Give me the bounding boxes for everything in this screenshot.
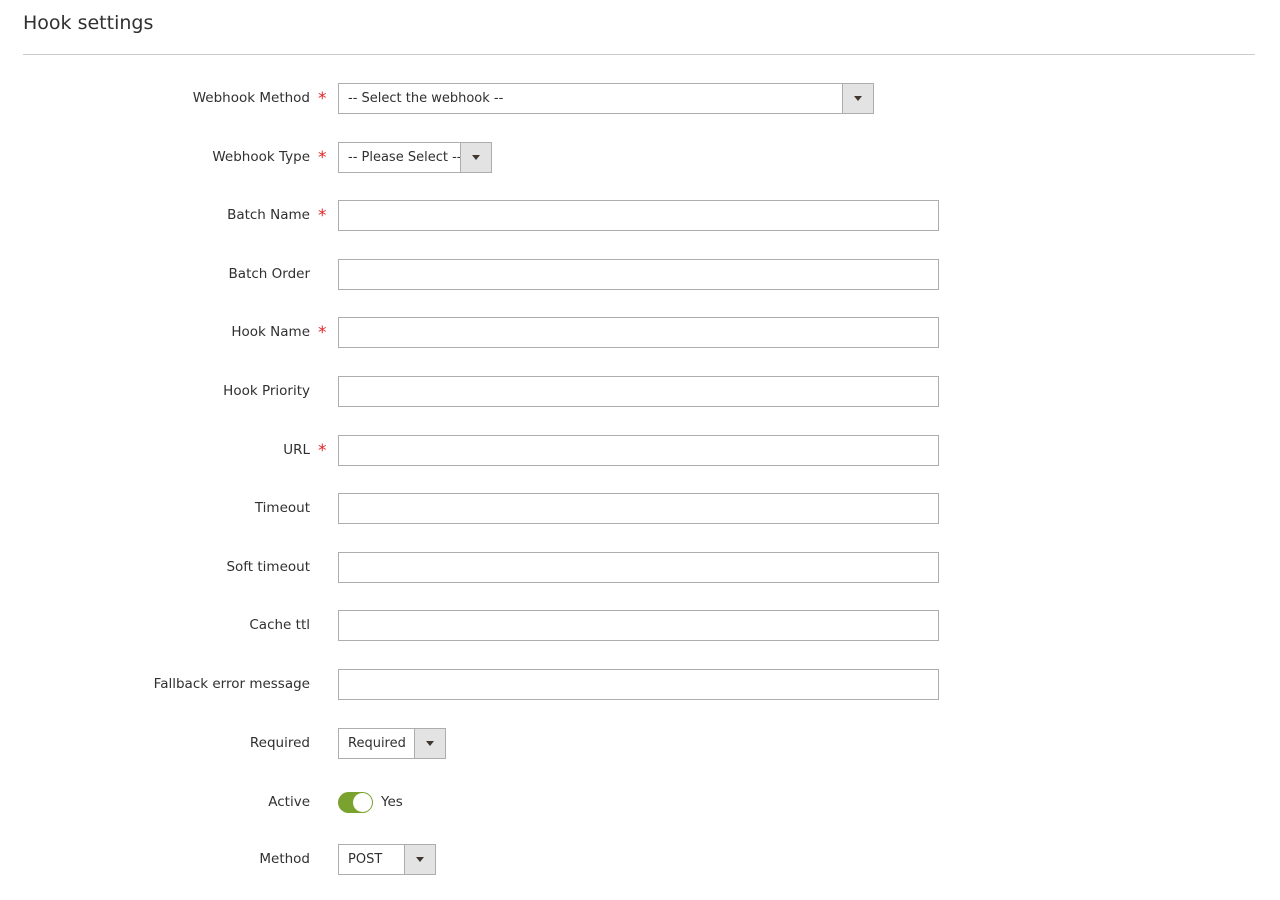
url-row: URL *: [0, 435, 1280, 466]
batch-name-input[interactable]: [338, 200, 939, 231]
batch-name-label: Batch Name: [227, 207, 310, 223]
hook-priority-input[interactable]: [338, 376, 939, 407]
batch-name-row: Batch Name *: [0, 200, 1280, 231]
required-selected-value: Required: [348, 736, 406, 751]
webhook-method-select[interactable]: -- Select the webhook --: [338, 83, 874, 114]
fallback-error-message-input[interactable]: [338, 669, 939, 700]
toggle-knob: [353, 793, 372, 812]
active-toggle[interactable]: [338, 792, 373, 813]
batch-order-row: Batch Order: [0, 259, 1280, 290]
active-toggle-state-label: Yes: [381, 794, 403, 810]
timeout-label: Timeout: [254, 500, 310, 516]
webhook-method-label: Webhook Method: [192, 90, 310, 106]
method-selected-value: POST: [348, 852, 383, 867]
dropdown-button[interactable]: [460, 143, 491, 172]
active-label: Active: [268, 794, 310, 810]
required-indicator: *: [318, 89, 327, 109]
hook-priority-row: Hook Priority: [0, 376, 1280, 407]
page-header: Hook settings: [23, 0, 1255, 55]
required-indicator: *: [318, 323, 327, 343]
hook-name-label: Hook Name: [231, 324, 310, 340]
webhook-method-row: Webhook Method * -- Select the webhook -…: [0, 83, 1280, 114]
required-row: Required Required: [0, 728, 1280, 759]
cache-ttl-input[interactable]: [338, 610, 939, 641]
dropdown-button[interactable]: [842, 84, 873, 113]
timeout-row: Timeout: [0, 493, 1280, 524]
dropdown-button[interactable]: [414, 729, 445, 758]
cache-ttl-row: Cache ttl: [0, 610, 1280, 641]
chevron-down-icon: [472, 155, 480, 160]
url-input[interactable]: [338, 435, 939, 466]
url-label: URL: [283, 442, 310, 458]
required-label: Required: [249, 735, 310, 751]
cache-ttl-label: Cache ttl: [249, 617, 310, 633]
webhook-type-selected-value: -- Please Select --: [348, 150, 462, 165]
soft-timeout-row: Soft timeout: [0, 552, 1280, 583]
page-title: Hook settings: [23, 12, 154, 34]
chevron-down-icon: [426, 741, 434, 746]
fallback-error-message-row: Fallback error message: [0, 669, 1280, 700]
chevron-down-icon: [416, 857, 424, 862]
method-label: Method: [259, 851, 310, 867]
timeout-input[interactable]: [338, 493, 939, 524]
required-select[interactable]: Required: [338, 728, 446, 759]
chevron-down-icon: [854, 96, 862, 101]
required-indicator: *: [318, 441, 327, 461]
hook-name-row: Hook Name *: [0, 317, 1280, 348]
soft-timeout-input[interactable]: [338, 552, 939, 583]
required-indicator: *: [318, 206, 327, 226]
fallback-error-message-label: Fallback error message: [153, 676, 310, 692]
webhook-type-select[interactable]: -- Please Select --: [338, 142, 492, 173]
method-row: Method POST: [0, 844, 1280, 875]
hook-name-input[interactable]: [338, 317, 939, 348]
required-indicator: *: [318, 148, 327, 168]
method-select[interactable]: POST: [338, 844, 436, 875]
webhook-method-selected-value: -- Select the webhook --: [348, 91, 504, 106]
active-row: Active Yes: [0, 787, 1280, 818]
webhook-type-label: Webhook Type: [212, 149, 310, 165]
hook-priority-label: Hook Priority: [223, 383, 310, 399]
webhook-type-row: Webhook Type * -- Please Select --: [0, 142, 1280, 173]
batch-order-label: Batch Order: [228, 266, 310, 282]
dropdown-button[interactable]: [404, 845, 435, 874]
batch-order-input[interactable]: [338, 259, 939, 290]
soft-timeout-label: Soft timeout: [226, 559, 310, 575]
